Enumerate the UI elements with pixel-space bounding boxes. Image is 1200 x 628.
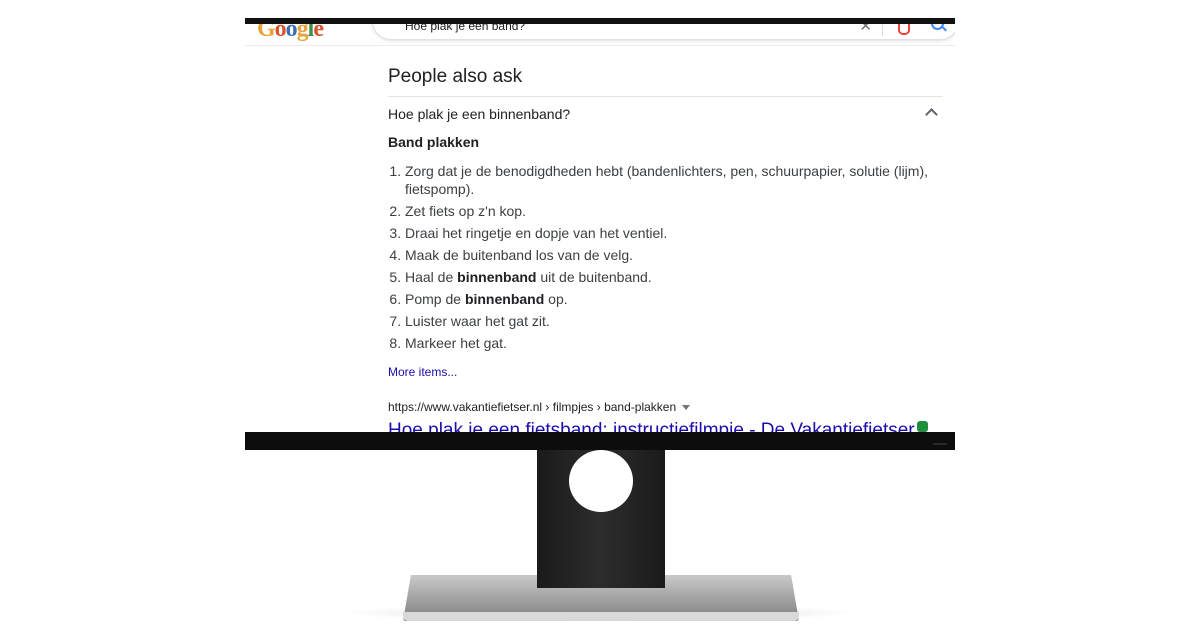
result-url-text: https://www.vakantiefietser.nl › filmpje… xyxy=(388,400,677,414)
result-title-link[interactable]: Hoe plak je een fietsband: instructiefil… xyxy=(388,420,928,432)
list-item: Draai het ringetje en dopje van het vent… xyxy=(405,224,950,242)
steps-list: Zorg dat je de benodigdheden hebt (bande… xyxy=(388,162,950,356)
monitor-stand-base-edge xyxy=(403,612,799,621)
list-item: Maak de buitenband los van de velg. xyxy=(405,246,950,264)
cable-hole xyxy=(569,450,633,512)
people-also-ask-title: People also ask xyxy=(388,66,523,87)
result-url[interactable]: https://www.vakantiefietser.nl › filmpje… xyxy=(388,400,691,414)
dropdown-arrow-icon[interactable] xyxy=(682,405,691,411)
more-items-link[interactable]: More items... xyxy=(388,365,457,379)
list-item: Markeer het gat. xyxy=(405,334,950,352)
chevron-up-icon[interactable] xyxy=(925,108,938,121)
header-divider xyxy=(245,45,955,46)
monitor-screen: Google Hoe plak je een band? ✕ People al… xyxy=(245,18,955,432)
monitor-bezel-top xyxy=(245,18,955,24)
list-item: Luister waar het gat zit. xyxy=(405,312,950,330)
monitor-bezel-bottom xyxy=(245,432,955,450)
answer-title: Band plakken xyxy=(388,134,480,150)
paa-question[interactable]: Hoe plak je een binnenband? xyxy=(388,106,570,122)
section-divider xyxy=(388,96,943,97)
list-item: Zorg dat je de benodigdheden hebt (bande… xyxy=(405,162,950,198)
list-item: Zet fiets op z'n kop. xyxy=(405,202,950,220)
list-item: Pomp de binnenband op. xyxy=(405,290,950,308)
verified-badge-icon xyxy=(916,421,928,432)
power-indicator xyxy=(933,443,947,445)
list-item: Haal de binnenband uit de buitenband. xyxy=(405,268,950,286)
result-title-text: Hoe plak je een fietsband: instructiefil… xyxy=(388,420,915,432)
